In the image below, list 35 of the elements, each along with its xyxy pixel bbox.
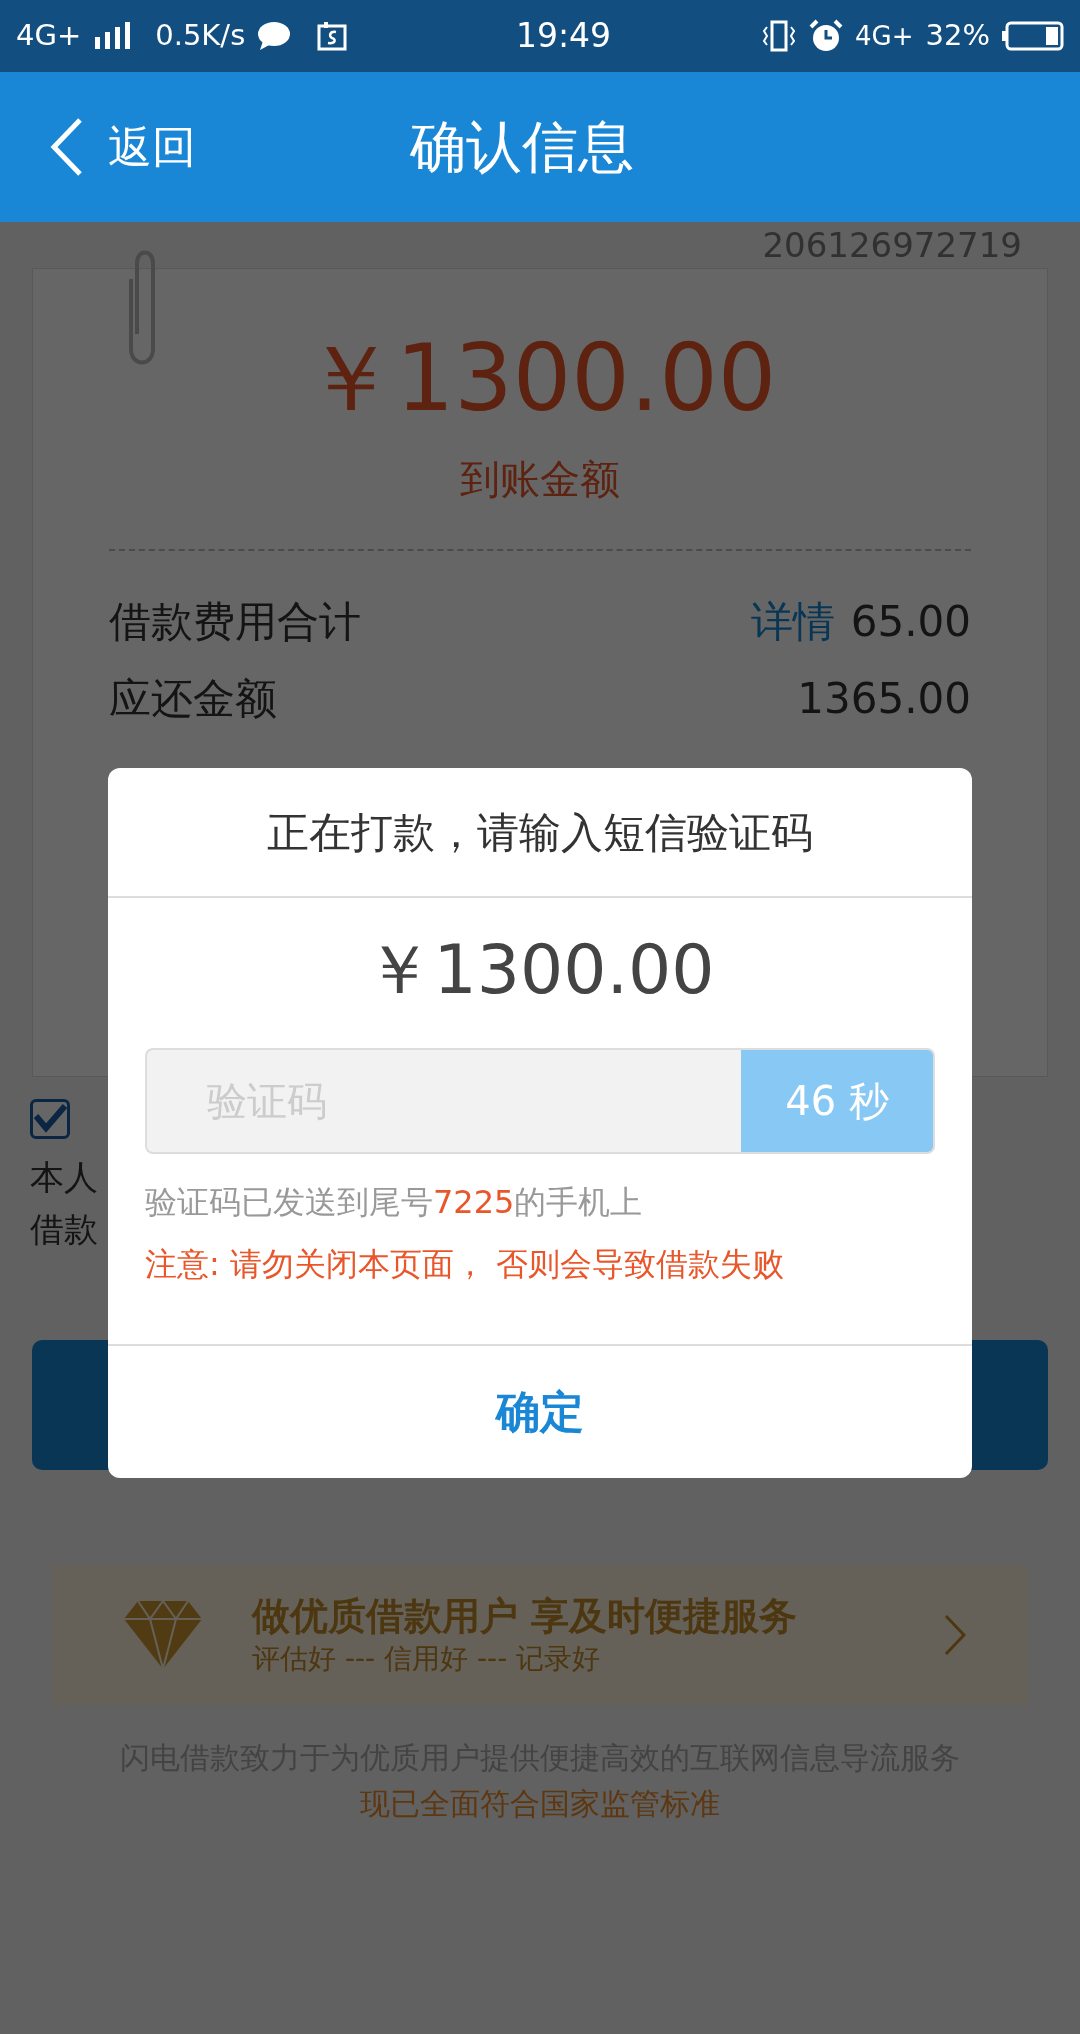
agreement-text: 借款: [30, 1208, 98, 1251]
vibrate-icon: [761, 19, 798, 53]
alarm-icon: [809, 19, 844, 53]
dialog-title: 正在打款，请输入短信验证码: [108, 768, 972, 898]
sent-notice: 验证码已发送到尾号7225的手机上: [145, 1186, 644, 1218]
network-label: 4G+: [855, 19, 914, 53]
battery-label: 32%: [925, 17, 990, 55]
promo-banner[interactable]: 做优质借款用户 享及时便捷服务 评估好 --- 信用好 --- 记录好: [52, 1565, 1028, 1705]
page-title: 确认信息: [410, 113, 634, 181]
chat-bubble-icon: [257, 21, 292, 51]
back-icon: [50, 117, 84, 177]
fee-value: 1365.00: [797, 678, 971, 720]
battery-icon: [1002, 21, 1064, 51]
warning-text: 注意: 请勿关闭本页面， 否则会导致借款失败: [145, 1248, 786, 1280]
confirm-button[interactable]: 确定: [108, 1346, 972, 1478]
received-amount: ￥1300.00: [303, 333, 777, 425]
speed-label: 0.5K/s: [155, 17, 246, 55]
fee-label: 应还金额: [109, 678, 277, 720]
details-link[interactable]: 详情: [750, 601, 835, 643]
fee-label: 借款费用合计: [109, 601, 361, 643]
agreement-text: 本人: [30, 1156, 98, 1199]
check-icon: [33, 1104, 67, 1134]
clock-time: 19:49: [514, 15, 613, 58]
payment-amount: ￥1300.00: [365, 936, 715, 1004]
banner-subtitle: 评估好 --- 信用好 --- 记录好: [252, 1645, 602, 1673]
app-icon: [317, 21, 348, 51]
fee-value: 65.00: [850, 601, 971, 643]
network-label: 4G+: [16, 17, 82, 55]
agreement-checkbox[interactable]: [30, 1099, 70, 1139]
banner-title: 做优质借款用户 享及时便捷服务: [252, 1597, 799, 1635]
received-amount-label: 到账金额: [460, 459, 620, 499]
diamond-icon: [122, 1599, 204, 1671]
back-button[interactable]: 返回: [0, 114, 196, 180]
footer-text: 现已全面符合国家监管标准: [360, 1789, 720, 1819]
chevron-right-icon: [944, 1614, 966, 1656]
